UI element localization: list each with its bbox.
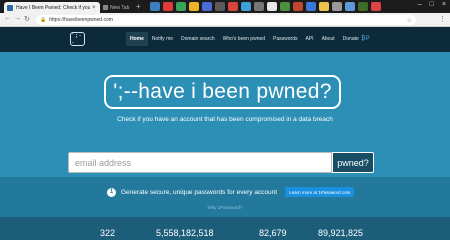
window-controls: – □ × [418,1,446,8]
bookmark-favicon-icon[interactable] [163,2,173,11]
bookmark-star-icon[interactable]: ☆ [407,17,412,24]
site-logo[interactable]: ';-- [70,32,85,46]
bookmark-favicon-icon[interactable] [254,2,264,11]
site-navbar: ';-- Home Notify me Domain search Who's … [0,27,450,52]
browser-toolbar: ← → ↻ 🔒 https://haveibeenpwned.com ☆ ⋮ [0,13,450,27]
hero-title: ';--have i been pwned? [113,80,332,103]
nav-donate[interactable]: Donate ₿P [339,32,374,46]
password-promo-band: 1 Generate secure, unique passwords for … [0,177,450,217]
bookmark-favicon-icon[interactable] [345,2,355,11]
stat-pwned-sites: 322 [100,228,116,238]
search-form: email address pwned? [68,152,374,173]
hero-title-box: ';--have i been pwned? [104,75,341,109]
bookmark-favicon-icon[interactable] [306,2,316,11]
nav-links: Home Notify me Domain search Who's been … [126,32,374,46]
bookmark-favicon-icon[interactable] [202,2,212,11]
address-bar[interactable]: 🔒 https://haveibeenpwned.com ☆ [36,15,416,25]
learn-more-button[interactable]: Learn more at 1Password.com [285,187,355,197]
bookmark-favicon-icon[interactable] [215,2,225,11]
stats-band: 322 5,558,182,518 82,679 89,921,825 [0,217,450,240]
stat-paste-accounts: 89,921,825 [318,228,364,238]
nav-about[interactable]: About [318,32,339,46]
bookmark-favicon-icon[interactable] [358,2,368,11]
nav-passwords[interactable]: Passwords [269,32,301,46]
lock-icon: 🔒 [40,17,47,23]
email-input[interactable]: email address [68,152,332,173]
why-1password-link[interactable]: Why 1Password? [0,205,450,210]
bookmark-favicon-icon[interactable] [150,2,160,11]
bookmark-favicon-icon[interactable] [293,2,303,11]
new-tab-favicon-icon [103,5,108,10]
pwned-button[interactable]: pwned? [332,152,374,173]
bookmark-strip [150,2,381,11]
bitcoin-paypal-icon: ₿P [361,36,370,42]
nav-home[interactable]: Home [126,32,148,46]
nav-notify-me[interactable]: Notify me [148,32,177,46]
bookmark-favicon-icon[interactable] [280,2,290,11]
browser-menu-icon[interactable]: ⋮ [439,15,446,23]
close-window-icon[interactable]: × [442,1,446,8]
stat-pwned-accounts: 5,558,182,518 [156,228,214,238]
hero-subtitle: Check if you have an account that has be… [117,116,333,123]
site-favicon-icon [7,4,13,11]
tab-title: Have I Been Pwned: Check if you ... [16,4,90,11]
bookmark-favicon-icon[interactable] [241,2,251,11]
minimize-icon[interactable]: – [418,1,422,8]
bookmark-favicon-icon[interactable] [176,2,186,11]
logo-text: ';-- [71,32,82,46]
bookmark-favicon-icon[interactable] [228,2,238,11]
back-icon[interactable]: ← [4,15,11,22]
password-promo-row: 1 Generate secure, unique passwords for … [107,187,355,197]
stat-pastes: 82,679 [259,228,287,238]
close-tab-icon[interactable]: × [92,5,96,11]
reload-icon[interactable]: ↻ [24,15,30,23]
password-promo-text: Generate secure, unique passwords for ev… [121,188,278,196]
tab-title-new: New Tab [110,4,130,11]
nav-domain-search[interactable]: Domain search [177,32,219,46]
bookmark-favicon-icon[interactable] [267,2,277,11]
bookmark-favicon-icon[interactable] [371,2,381,11]
tab-new[interactable]: New Tab [103,3,133,12]
bookmark-favicon-icon[interactable] [332,2,342,11]
tab-active[interactable]: Have I Been Pwned: Check if you ... × [4,2,100,13]
url-text: https://haveibeenpwned.com [49,17,113,23]
nav-whos-been-pwned[interactable]: Who's been pwned [219,32,269,46]
info-icon: 1 [107,187,116,197]
nav-api[interactable]: API [302,32,318,46]
new-tab-icon[interactable]: + [136,2,141,11]
bookmark-favicon-icon[interactable] [319,2,329,11]
nav-donate-label: Donate [342,36,359,42]
browser-tab-bar: Have I Been Pwned: Check if you ... × Ne… [0,0,450,13]
forward-icon[interactable]: → [14,15,21,22]
hero-section: ';--have i been pwned? Check if you have… [0,52,450,177]
maximize-icon[interactable]: □ [430,1,434,8]
bookmark-favicon-icon[interactable] [189,2,199,11]
